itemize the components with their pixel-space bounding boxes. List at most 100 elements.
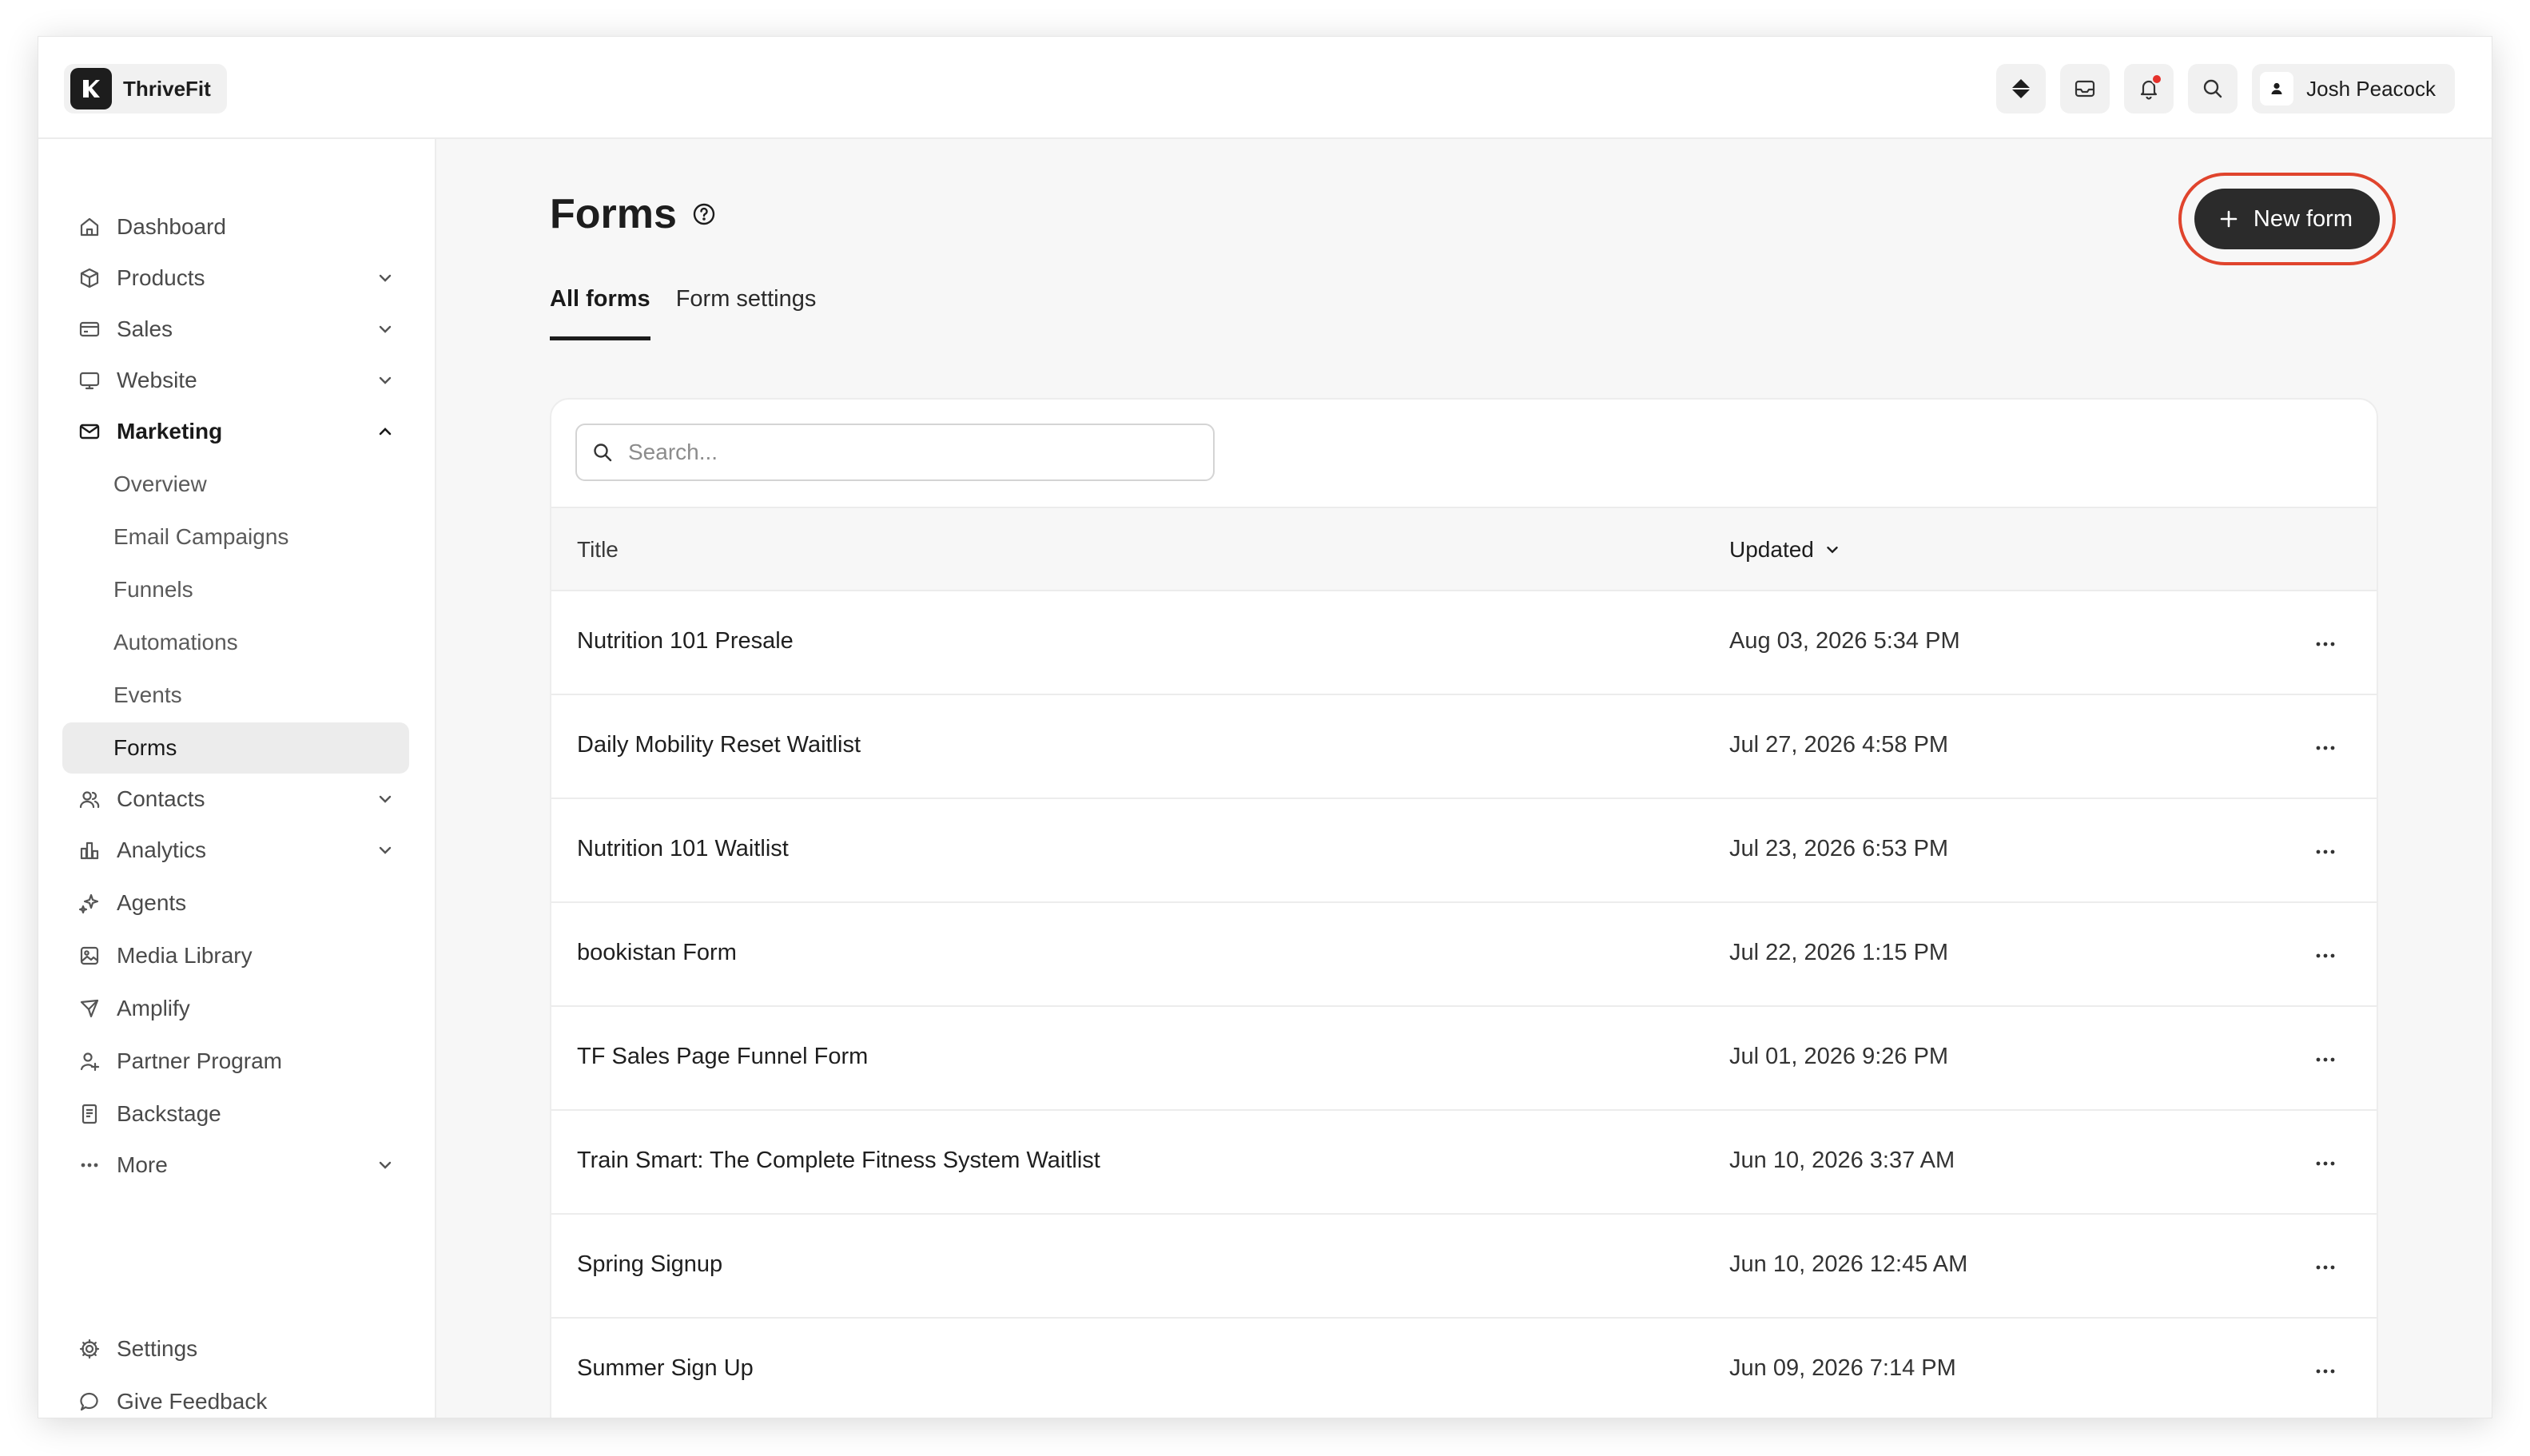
- chevron-down-icon[interactable]: [376, 320, 395, 339]
- form-title[interactable]: Summer Sign Up: [577, 1355, 754, 1382]
- sidebar-item-website[interactable]: Website: [62, 355, 409, 406]
- sidebar-item-partner-program[interactable]: Partner Program: [62, 1036, 409, 1087]
- sidebar-item-label: Media Library: [117, 943, 253, 968]
- notifications-button[interactable]: [2124, 64, 2174, 113]
- row-actions-button[interactable]: [2309, 1355, 2341, 1387]
- form-title[interactable]: Nutrition 101 Waitlist: [577, 836, 789, 862]
- chevron-down-icon[interactable]: [376, 269, 395, 288]
- sidebar-item-dashboard[interactable]: Dashboard: [62, 201, 409, 253]
- row-actions-button[interactable]: [2309, 628, 2341, 660]
- search-field[interactable]: [575, 424, 1215, 481]
- send-icon: [77, 996, 102, 1021]
- search-icon: [2203, 79, 2222, 98]
- table-row[interactable]: TF Sales Page Funnel Form Jul 01, 2026 9…: [551, 1007, 2377, 1111]
- new-form-button[interactable]: New form: [2178, 173, 2397, 265]
- form-title[interactable]: Spring Signup: [577, 1251, 722, 1278]
- form-updated: Jun 10, 2026 12:45 AM: [1729, 1251, 1968, 1277]
- forms-table-card: Title Updated Nutrition 101 Presale Aug …: [550, 398, 2378, 1418]
- user-plus-icon: [77, 1048, 102, 1074]
- column-header-updated[interactable]: Updated: [1729, 537, 1841, 563]
- table-row[interactable]: bookistan Form Jul 22, 2026 1:15 PM: [551, 903, 2377, 1007]
- mail-icon: [77, 419, 102, 444]
- tab-all-forms[interactable]: All forms: [550, 286, 650, 340]
- table-row[interactable]: Spring Signup Jun 10, 2026 12:45 AM: [551, 1215, 2377, 1319]
- search-input[interactable]: [628, 440, 1187, 465]
- row-actions-button[interactable]: [2309, 1251, 2341, 1283]
- chevron-down-icon[interactable]: [376, 1156, 395, 1175]
- chevron-down-icon[interactable]: [376, 841, 395, 860]
- sidebar-item-label: Funnels: [113, 577, 193, 602]
- sidebar-item-give-feedback[interactable]: Give Feedback: [62, 1376, 409, 1418]
- sidebar-item-more[interactable]: More: [62, 1140, 409, 1191]
- sidebar-subitem-forms[interactable]: Forms: [62, 722, 409, 774]
- box-icon: [77, 265, 102, 291]
- sidebar-item-contacts[interactable]: Contacts: [62, 774, 409, 825]
- diamond-button[interactable]: [1996, 64, 2047, 113]
- sidebar-item-label: Sales: [117, 316, 173, 341]
- chevron-down-icon[interactable]: [376, 371, 395, 390]
- form-updated: Jul 23, 2026 6:53 PM: [1729, 836, 1949, 861]
- sidebar-item-marketing[interactable]: Marketing: [62, 406, 409, 457]
- bar-chart-icon: [77, 837, 102, 863]
- form-title[interactable]: Train Smart: The Complete Fitness System…: [577, 1148, 1100, 1174]
- home-icon: [77, 214, 102, 240]
- sidebar-subitem-funnels[interactable]: Funnels: [62, 564, 409, 615]
- help-circle-icon[interactable]: [691, 201, 717, 227]
- form-updated: Jul 01, 2026 9:26 PM: [1729, 1044, 1949, 1069]
- row-actions-button[interactable]: [2309, 1044, 2341, 1076]
- app-window: ThriveFit Josh Peacock Dashboard Product…: [38, 37, 2492, 1418]
- ellipsis-icon: [2316, 746, 2335, 750]
- sidebar-item-label: Marketing: [117, 419, 223, 444]
- table-row[interactable]: Train Smart: The Complete Fitness System…: [551, 1111, 2377, 1215]
- sidebar-item-analytics[interactable]: Analytics: [62, 825, 409, 876]
- user-menu-button[interactable]: Josh Peacock: [2252, 64, 2455, 113]
- inbox-button[interactable]: [2060, 64, 2110, 113]
- tab-bar: All forms Form settings: [550, 286, 816, 340]
- sidebar-item-label: Contacts: [117, 786, 205, 811]
- sidebar-item-label: Events: [113, 682, 182, 707]
- table-header: Title Updated: [551, 507, 2377, 591]
- row-actions-button[interactable]: [2309, 732, 2341, 764]
- sidebar-subitem-automations[interactable]: Automations: [62, 617, 409, 668]
- table-row[interactable]: Nutrition 101 Presale Aug 03, 2026 5:34 …: [551, 591, 2377, 695]
- sidebar-item-settings[interactable]: Settings: [62, 1323, 409, 1374]
- search-button[interactable]: [2188, 64, 2238, 113]
- avatar: [2260, 72, 2294, 105]
- sidebar-item-label: Website: [117, 368, 197, 392]
- main-content: Forms New form All forms Form settings T…: [436, 139, 2492, 1418]
- sidebar-item-backstage[interactable]: Backstage: [62, 1088, 409, 1140]
- form-title[interactable]: bookistan Form: [577, 940, 737, 966]
- form-updated: Jun 09, 2026 7:14 PM: [1729, 1355, 1956, 1381]
- chevron-up-icon[interactable]: [376, 422, 395, 441]
- chevron-down-icon[interactable]: [376, 790, 395, 809]
- column-header-label: Updated: [1729, 537, 1814, 562]
- table-row[interactable]: Summer Sign Up Jun 09, 2026 7:14 PM: [551, 1319, 2377, 1418]
- sidebar-subitem-overview[interactable]: Overview: [62, 459, 409, 510]
- form-title[interactable]: Daily Mobility Reset Waitlist: [577, 732, 861, 758]
- sidebar-item-label: Partner Program: [117, 1048, 282, 1073]
- sidebar-item-label: Amplify: [117, 996, 190, 1020]
- column-header-title[interactable]: Title: [577, 537, 619, 563]
- row-actions-button[interactable]: [2309, 940, 2341, 972]
- row-actions-button[interactable]: [2309, 1148, 2341, 1180]
- sidebar-item-amplify[interactable]: Amplify: [62, 983, 409, 1034]
- sidebar-subitem-email-campaigns[interactable]: Email Campaigns: [62, 511, 409, 563]
- table-row[interactable]: Nutrition 101 Waitlist Jul 23, 2026 6:53…: [551, 799, 2377, 903]
- form-title[interactable]: TF Sales Page Funnel Form: [577, 1044, 868, 1070]
- sidebar-subitem-events[interactable]: Events: [62, 670, 409, 721]
- sidebar-item-products[interactable]: Products: [62, 253, 409, 304]
- brand-switcher[interactable]: ThriveFit: [64, 64, 227, 113]
- sidebar-item-media-library[interactable]: Media Library: [62, 930, 409, 981]
- top-actions: Josh Peacock: [1996, 64, 2455, 113]
- sidebar-item-label: More: [117, 1152, 168, 1177]
- sidebar-item-agents[interactable]: Agents: [62, 877, 409, 929]
- sidebar-item-label: Automations: [113, 630, 238, 654]
- row-actions-button[interactable]: [2309, 836, 2341, 868]
- search-icon: [594, 444, 612, 462]
- sidebar-item-sales[interactable]: Sales: [62, 304, 409, 355]
- table-row[interactable]: Daily Mobility Reset Waitlist Jul 27, 20…: [551, 695, 2377, 799]
- form-title[interactable]: Nutrition 101 Presale: [577, 628, 794, 654]
- form-updated: Jul 27, 2026 4:58 PM: [1729, 732, 1949, 758]
- tab-form-settings[interactable]: Form settings: [676, 286, 817, 340]
- sidebar-item-label: Backstage: [117, 1101, 221, 1126]
